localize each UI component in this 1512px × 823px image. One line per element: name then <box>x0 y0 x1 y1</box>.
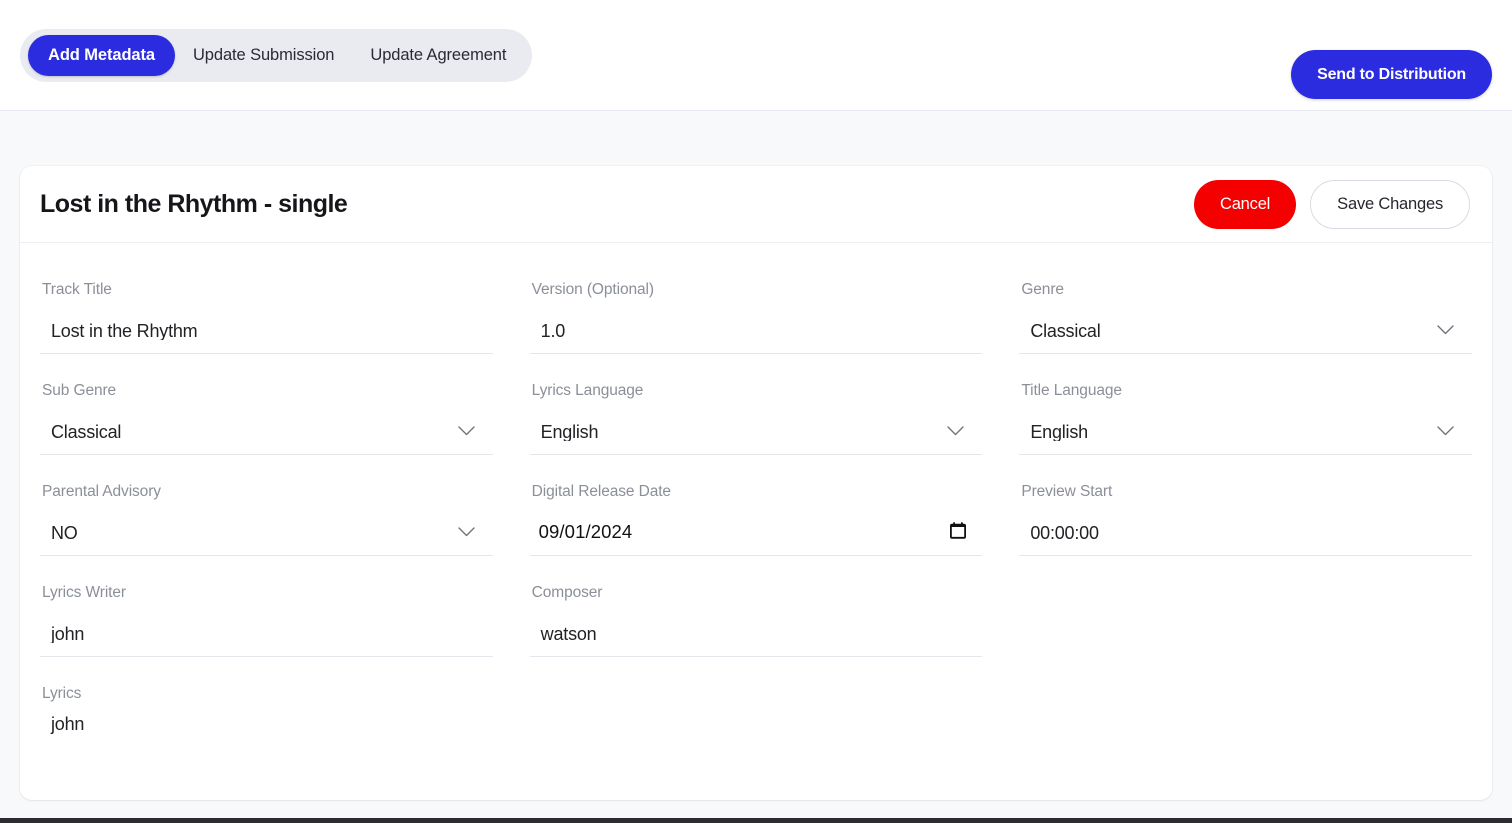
field-label-lyrics-writer: Lyrics Writer <box>42 584 493 602</box>
cancel-button[interactable]: Cancel <box>1194 180 1296 229</box>
lyrics-writer-input[interactable]: john <box>40 611 493 657</box>
field-label-digital-release-date: Digital Release Date <box>532 483 983 501</box>
version-value: 1.0 <box>530 322 983 340</box>
top-toolbar: Add Metadata Update Submission Update Ag… <box>0 0 1512 111</box>
composer-input[interactable]: watson <box>530 611 983 657</box>
metadata-form: Track Title Lost in the Rhythm Version (… <box>20 243 1492 782</box>
field-genre: Genre Classical <box>1019 269 1472 370</box>
genre-select[interactable]: Classical <box>1019 308 1472 354</box>
calendar-icon[interactable] <box>950 522 966 544</box>
lyrics-writer-value: john <box>40 625 493 643</box>
field-version: Version (Optional) 1.0 <box>530 269 983 370</box>
field-title-language: Title Language English <box>1019 370 1472 471</box>
field-label-genre: Genre <box>1021 281 1472 299</box>
track-title-value: Lost in the Rhythm <box>40 322 493 340</box>
field-track-title: Track Title Lost in the Rhythm <box>40 269 493 370</box>
parental-advisory-value: NO <box>40 524 493 542</box>
field-parental-advisory: Parental Advisory NO <box>40 471 493 572</box>
digital-release-date-input[interactable]: 09/01/2024 <box>530 510 983 556</box>
preview-start-value: 00:00:00 <box>1019 524 1472 542</box>
composer-value: watson <box>530 625 983 643</box>
page-body: Lost in the Rhythm - single Cancel Save … <box>0 111 1512 823</box>
page-title: Lost in the Rhythm - single <box>40 190 347 219</box>
field-lyrics: Lyrics john <box>40 673 493 782</box>
tab-update-agreement[interactable]: Update Agreement <box>352 35 524 76</box>
title-language-value: English <box>1019 423 1472 441</box>
title-language-select[interactable]: English <box>1019 409 1472 455</box>
lyrics-language-value: English <box>530 423 983 441</box>
field-digital-release-date: Digital Release Date 09/01/2024 <box>530 471 983 572</box>
field-lyrics-language: Lyrics Language English <box>530 370 983 471</box>
field-sub-genre: Sub Genre Classical <box>40 370 493 471</box>
field-label-parental-advisory: Parental Advisory <box>42 483 493 501</box>
tab-update-submission[interactable]: Update Submission <box>175 35 352 76</box>
field-label-track-title: Track Title <box>42 281 493 299</box>
send-to-distribution-button[interactable]: Send to Distribution <box>1291 50 1492 99</box>
field-label-title-language: Title Language <box>1021 382 1472 400</box>
save-changes-button[interactable]: Save Changes <box>1310 180 1470 229</box>
lyrics-language-select[interactable]: English <box>530 409 983 455</box>
field-label-composer: Composer <box>532 584 983 602</box>
field-lyrics-writer: Lyrics Writer john <box>40 572 493 673</box>
bottom-strip <box>0 818 1512 823</box>
version-input[interactable]: 1.0 <box>530 308 983 354</box>
form-grid: Track Title Lost in the Rhythm Version (… <box>40 269 1472 782</box>
lyrics-value: john <box>40 712 84 735</box>
card-header: Lost in the Rhythm - single Cancel Save … <box>20 166 1492 243</box>
preview-start-input[interactable]: 00:00:00 <box>1019 510 1472 556</box>
sub-genre-select[interactable]: Classical <box>40 409 493 455</box>
field-label-preview-start: Preview Start <box>1021 483 1472 501</box>
field-label-sub-genre: Sub Genre <box>42 382 493 400</box>
tab-add-metadata[interactable]: Add Metadata <box>28 35 175 76</box>
lyrics-textarea[interactable]: john <box>40 712 493 782</box>
field-spacer <box>1019 572 1472 673</box>
parental-advisory-select[interactable]: NO <box>40 510 493 556</box>
field-label-lyrics: Lyrics <box>42 685 493 703</box>
field-preview-start: Preview Start 00:00:00 <box>1019 471 1472 572</box>
sub-genre-value: Classical <box>40 423 493 441</box>
metadata-card: Lost in the Rhythm - single Cancel Save … <box>20 166 1492 800</box>
genre-value: Classical <box>1019 322 1472 340</box>
field-label-version: Version (Optional) <box>532 281 983 299</box>
tab-group: Add Metadata Update Submission Update Ag… <box>20 29 532 82</box>
digital-release-date-value: 09/01/2024 <box>530 523 983 542</box>
field-label-lyrics-language: Lyrics Language <box>532 382 983 400</box>
field-composer: Composer watson <box>530 572 983 673</box>
track-title-input[interactable]: Lost in the Rhythm <box>40 308 493 354</box>
card-header-actions: Cancel Save Changes <box>1194 180 1470 229</box>
